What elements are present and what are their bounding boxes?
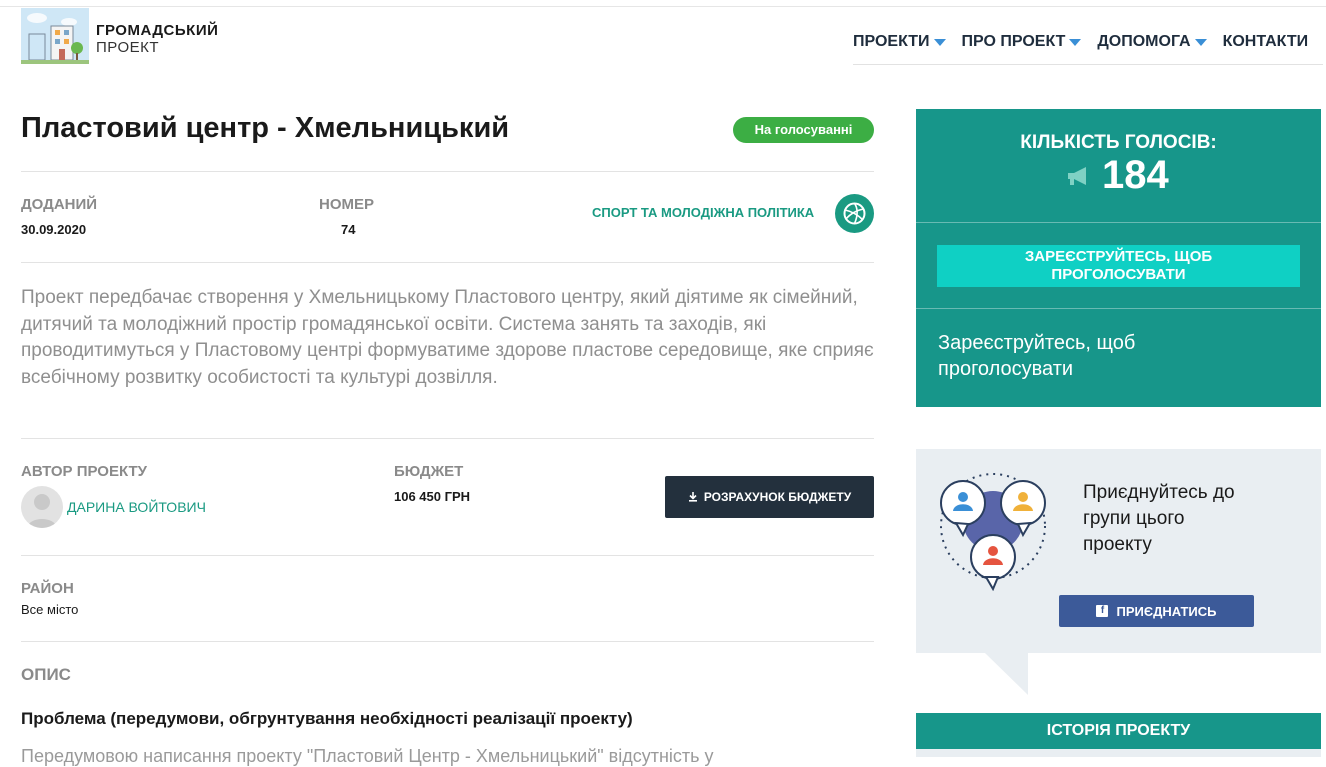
volleyball-icon[interactable] xyxy=(835,194,874,233)
description-heading: ОПИС xyxy=(21,665,71,684)
divider xyxy=(21,641,874,642)
main-nav: ПРОЕКТИ ПРО ПРОЕКТ ДОПОМОГА КОНТАКТИ xyxy=(853,33,1308,51)
join-button-label: ПРИЄДНАТИСЬ xyxy=(1116,603,1217,619)
status-badge: На голосуванні xyxy=(733,117,874,143)
logo-line-1: ГРОМАДСЬКИЙ xyxy=(96,22,219,39)
speech-bubble-tail xyxy=(985,653,1028,695)
nav-item-contacts[interactable]: КОНТАКТИ xyxy=(1223,33,1309,51)
votes-count: 184 xyxy=(1102,153,1169,197)
chevron-down-icon xyxy=(1194,38,1207,46)
join-group-panel: Приєднуйтесь до групи цього проекту f ПР… xyxy=(916,449,1321,653)
votes-count-row: 184 xyxy=(1066,153,1169,198)
budget-button-label: РОЗРАХУНОК БЮДЖЕТУ xyxy=(703,490,852,504)
nav-label: ПРОЕКТИ xyxy=(853,33,930,50)
facebook-icon: f xyxy=(1096,605,1109,617)
group-people-icon xyxy=(940,473,1046,591)
register-button-label: ЗАРЕЄСТРУЙТЕСЬ, ЩОБ ПРОГОЛОСУВАТИ xyxy=(1024,248,1213,283)
category-link[interactable]: СПОРТ ТА МОЛОДІЖНА ПОЛІТИКА xyxy=(592,205,814,220)
divider xyxy=(21,438,874,439)
join-group-button[interactable]: f ПРИЄДНАТИСЬ xyxy=(1059,595,1254,627)
votes-label: КІЛЬКІСТЬ ГОЛОСІВ: xyxy=(1020,132,1217,153)
added-date: 30.09.2020 xyxy=(21,222,87,237)
project-history-header[interactable]: ІСТОРІЯ ПРОЕКТУ xyxy=(916,713,1321,749)
volleyball-icon-graphic xyxy=(843,202,866,225)
divider xyxy=(916,308,1321,309)
history-panel xyxy=(916,749,1321,757)
megaphone-icon xyxy=(1068,166,1086,185)
divider xyxy=(21,262,874,263)
budget-calculation-button[interactable]: РОЗРАХУНОК БЮДЖЕТУ xyxy=(665,476,874,518)
divider xyxy=(916,222,1321,223)
divider xyxy=(21,171,874,172)
budget-label: БЮДЖЕТ xyxy=(394,463,464,480)
top-border xyxy=(0,6,1326,7)
nav-label: ДОПОМОГА xyxy=(1097,33,1191,50)
logo-illustration xyxy=(21,8,89,64)
author-label: АВТОР ПРОЕКТУ xyxy=(21,463,148,480)
nav-divider xyxy=(853,64,1323,65)
divider xyxy=(21,555,874,556)
chevron-down-icon xyxy=(933,38,946,46)
problem-heading: Проблема (передумови, обгрунтування необ… xyxy=(21,709,633,728)
vote-panel: КІЛЬКІСТЬ ГОЛОСІВ: 184 ЗАРЕЄСТРУЙТЕСЬ, Щ… xyxy=(916,109,1321,407)
register-to-vote-button[interactable]: ЗАРЕЄСТРУЙТЕСЬ, ЩОБ ПРОГОЛОСУВАТИ xyxy=(937,245,1300,287)
user-avatar-icon xyxy=(27,494,57,528)
nav-item-about[interactable]: ПРО ПРОЕКТ xyxy=(962,33,1082,51)
district-value: Все місто xyxy=(21,602,79,617)
project-title: Пластовий центр - Хмельницький xyxy=(21,112,510,144)
project-summary: Проект передбачає створення у Хмельницьк… xyxy=(21,287,874,388)
download-icon xyxy=(688,492,697,502)
nav-item-help[interactable]: ДОПОМОГА xyxy=(1097,33,1207,51)
logo-line-2: ПРОЕКТ xyxy=(96,39,160,56)
logo-text[interactable]: ГРОМАДСЬКИЙ ПРОЕКТ xyxy=(96,22,218,56)
number-value: 74 xyxy=(341,222,356,237)
author-link[interactable]: ДАРИНА ВОЙТОВИЧ xyxy=(67,499,206,515)
budget-value: 106 450 ГРН xyxy=(394,489,471,504)
join-group-text: Приєднуйтесь до групи цього проекту xyxy=(1083,482,1235,555)
nav-item-projects[interactable]: ПРОЕКТИ xyxy=(853,33,946,51)
district-label: РАЙОН xyxy=(21,580,74,597)
chevron-down-icon xyxy=(1069,38,1082,46)
site-logo[interactable] xyxy=(21,8,89,64)
nav-label: КОНТАКТИ xyxy=(1222,33,1309,50)
added-label: ДОДАНИЙ xyxy=(21,196,98,213)
number-label: НОМЕР xyxy=(319,196,375,213)
nav-label: ПРО ПРОЕКТ xyxy=(961,33,1066,50)
register-note: Зареєструйтесь, щоб проголосувати xyxy=(938,332,1136,380)
avatar xyxy=(21,486,63,528)
